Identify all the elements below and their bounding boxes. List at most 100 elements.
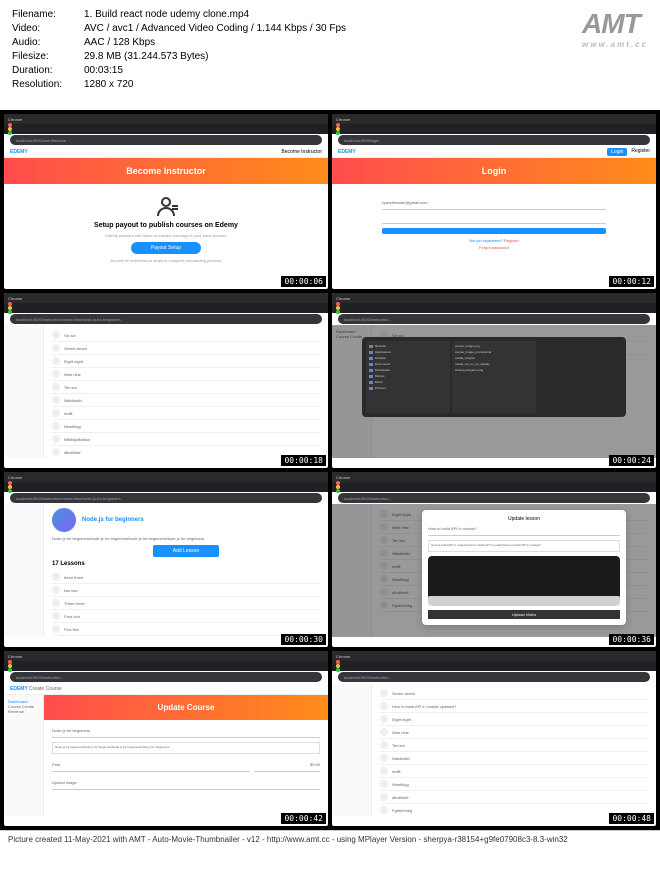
paid-select[interactable]: Paid (52, 762, 250, 772)
list-item[interactable]: Six six (52, 329, 320, 342)
hero-banner: Login (332, 158, 656, 184)
list-item[interactable]: mdfll (52, 407, 320, 420)
login-btn[interactable]: Login (607, 148, 627, 156)
list-item[interactable]: dfkdfhbdf (380, 791, 648, 804)
url-bar: localhost:3000/instructor/... (338, 314, 650, 324)
list-item[interactable]: Nine nine (380, 726, 648, 739)
timestamp: 00:00:30 (281, 634, 326, 645)
sidebar (4, 504, 44, 637)
hero-banner: Update Course (44, 695, 328, 720)
list-item[interactable]: Five five (52, 623, 320, 636)
thumbnail-8: Chrome localhost:3000/instructor/... Sev… (332, 651, 656, 826)
macos-menubar: Chrome (4, 114, 328, 124)
add-lesson-button[interactable]: Add Lesson (153, 545, 219, 557)
course-name-input[interactable]: Node js for beginners (52, 728, 320, 738)
course-avatar (52, 508, 76, 532)
list-item[interactable]: two two (52, 584, 320, 597)
app-navbar: EDEMY Create Course (4, 683, 328, 695)
payout-button[interactable]: Payout Setup (131, 242, 201, 254)
browser-tabs (332, 661, 656, 671)
list-item[interactable]: Eight eight (380, 713, 648, 726)
upload-image-button[interactable]: Upload image (52, 780, 320, 790)
list-item[interactable]: Seven seven (380, 687, 648, 700)
thumbnail-7: Chrome localhost:3000/instructor/... EDE… (4, 651, 328, 826)
list-item[interactable]: three three (52, 571, 320, 584)
folder-item[interactable]: Pictures (368, 385, 448, 391)
thumbnail-6: Chrome localhost:3000/instructor/... Eig… (332, 472, 656, 647)
browser-tabs (4, 661, 328, 671)
list-item[interactable]: Seven seven (52, 342, 320, 355)
price-select[interactable]: $9.99 (254, 762, 320, 772)
list-item[interactable]: Ten ten (380, 739, 648, 752)
timestamp: 00:00:18 (281, 455, 326, 466)
browser-tabs (4, 482, 328, 492)
footer-text: Picture created 11-May-2021 with AMT - A… (0, 830, 660, 848)
course-desc: Node js for beginnersNode js for beginne… (52, 536, 320, 541)
lesson-desc-input[interactable]: How to build API in nodejs?How to build … (428, 540, 620, 552)
macos-menubar: Chrome (332, 472, 656, 482)
course-desc-input[interactable]: Node js for beginnersNode js for beginne… (52, 742, 320, 754)
password-input[interactable] (382, 214, 606, 224)
user-icon (154, 194, 178, 218)
macos-menubar: Chrome (4, 472, 328, 482)
list-item[interactable]: Three three (52, 597, 320, 610)
sidebar (332, 683, 372, 816)
email-input[interactable]: ryanshresder@gmail.com (382, 200, 606, 210)
label-resolution: Resolution: (12, 78, 84, 92)
thumbnail-5: Chrome localhost:3000/instructor/course/… (4, 472, 328, 647)
list-item[interactable]: Eight eight (52, 355, 320, 368)
url-bar: localhost:3000/instructor/course/view/no… (10, 493, 322, 503)
forgot-link[interactable]: Forgot password (382, 245, 606, 250)
thumbnail-2: Chrome localhost:3000/login EDEMYLoginRe… (332, 114, 656, 289)
value-video: AVC / avc1 / Advanced Video Coding / 1.1… (84, 22, 346, 36)
list-item[interactable]: Ndkdksfld (380, 752, 648, 765)
list-item[interactable]: Four four (52, 610, 320, 623)
value-filename: 1. Build react node udemy clone.mp4 (84, 8, 249, 22)
list-item[interactable]: Nkmflkqg (380, 778, 648, 791)
list-item[interactable]: dfkdfhbdf (52, 446, 320, 458)
course-title: Node.js for beginners (82, 517, 144, 523)
file-item[interactable]: Testing polygons.png (454, 367, 534, 373)
sidebar (4, 325, 44, 458)
upload-video-button[interactable]: Upload Video (428, 610, 620, 619)
label-filename: Filename: (12, 8, 84, 22)
label-audio: Audio: (12, 36, 84, 50)
metadata-header: AMT www.amt.cc Filename:1. Build react n… (0, 0, 660, 110)
list-item[interactable]: Nkmflkqg (52, 420, 320, 433)
submit-button[interactable] (382, 228, 606, 234)
thumbnail-1: Chrome localhost:3000/user/become-... ED… (4, 114, 328, 289)
list-item[interactable]: Nfkfbkjdfbdksn (52, 433, 320, 446)
payout-sub: Edemy partners with stripe to transfer e… (24, 233, 308, 238)
hero-banner: Become Instructor (4, 158, 328, 184)
update-lesson-modal: Update lesson How to build API in nodejs… (422, 510, 626, 625)
macos-menubar: Chrome (332, 293, 656, 303)
macos-menubar: Chrome (332, 114, 656, 124)
url-bar: localhost:3000/instructor/... (10, 672, 322, 682)
list-item[interactable]: Ten ten (52, 381, 320, 394)
value-duration: 00:03:15 (84, 64, 123, 78)
app-navbar: EDEMYBecome Instructor (4, 146, 328, 158)
timestamp: 00:00:12 (609, 276, 654, 287)
url-bar: localhost:3000/instructor/course/view/no… (10, 314, 322, 324)
timestamp: 00:00:24 (609, 455, 654, 466)
list-item[interactable]: mdfll (380, 765, 648, 778)
amt-logo: AMT www.amt.cc (582, 8, 648, 49)
value-audio: AAC / 128 Kbps (84, 36, 155, 50)
list-item[interactable]: Ndkdksfld (52, 394, 320, 407)
label-duration: Duration: (12, 64, 84, 78)
redirect-note: You will be redirected to stripe to comp… (24, 258, 308, 263)
browser-tabs (332, 303, 656, 313)
label-filesize: Filesize: (12, 50, 84, 64)
macos-menubar: Chrome (4, 651, 328, 661)
video-preview[interactable] (428, 556, 620, 606)
list-item[interactable]: How to build API in nodejs updated? (380, 700, 648, 713)
list-item[interactable]: Fgbbhhhbg (380, 804, 648, 816)
list-item[interactable]: Nine nine (52, 368, 320, 381)
list-item[interactable]: Six six (52, 636, 320, 637)
browser-tabs (4, 124, 328, 134)
lesson-title-input[interactable]: How to build API in nodejs? (428, 526, 620, 536)
timestamp: 00:00:06 (281, 276, 326, 287)
sidebar: DashboardCourse CreateRevenue (4, 695, 44, 816)
file-picker[interactable]: RecentsApplicationsDesktopDocumentsDownl… (362, 337, 626, 417)
register-link[interactable]: Not yet registered? Register (382, 238, 606, 243)
